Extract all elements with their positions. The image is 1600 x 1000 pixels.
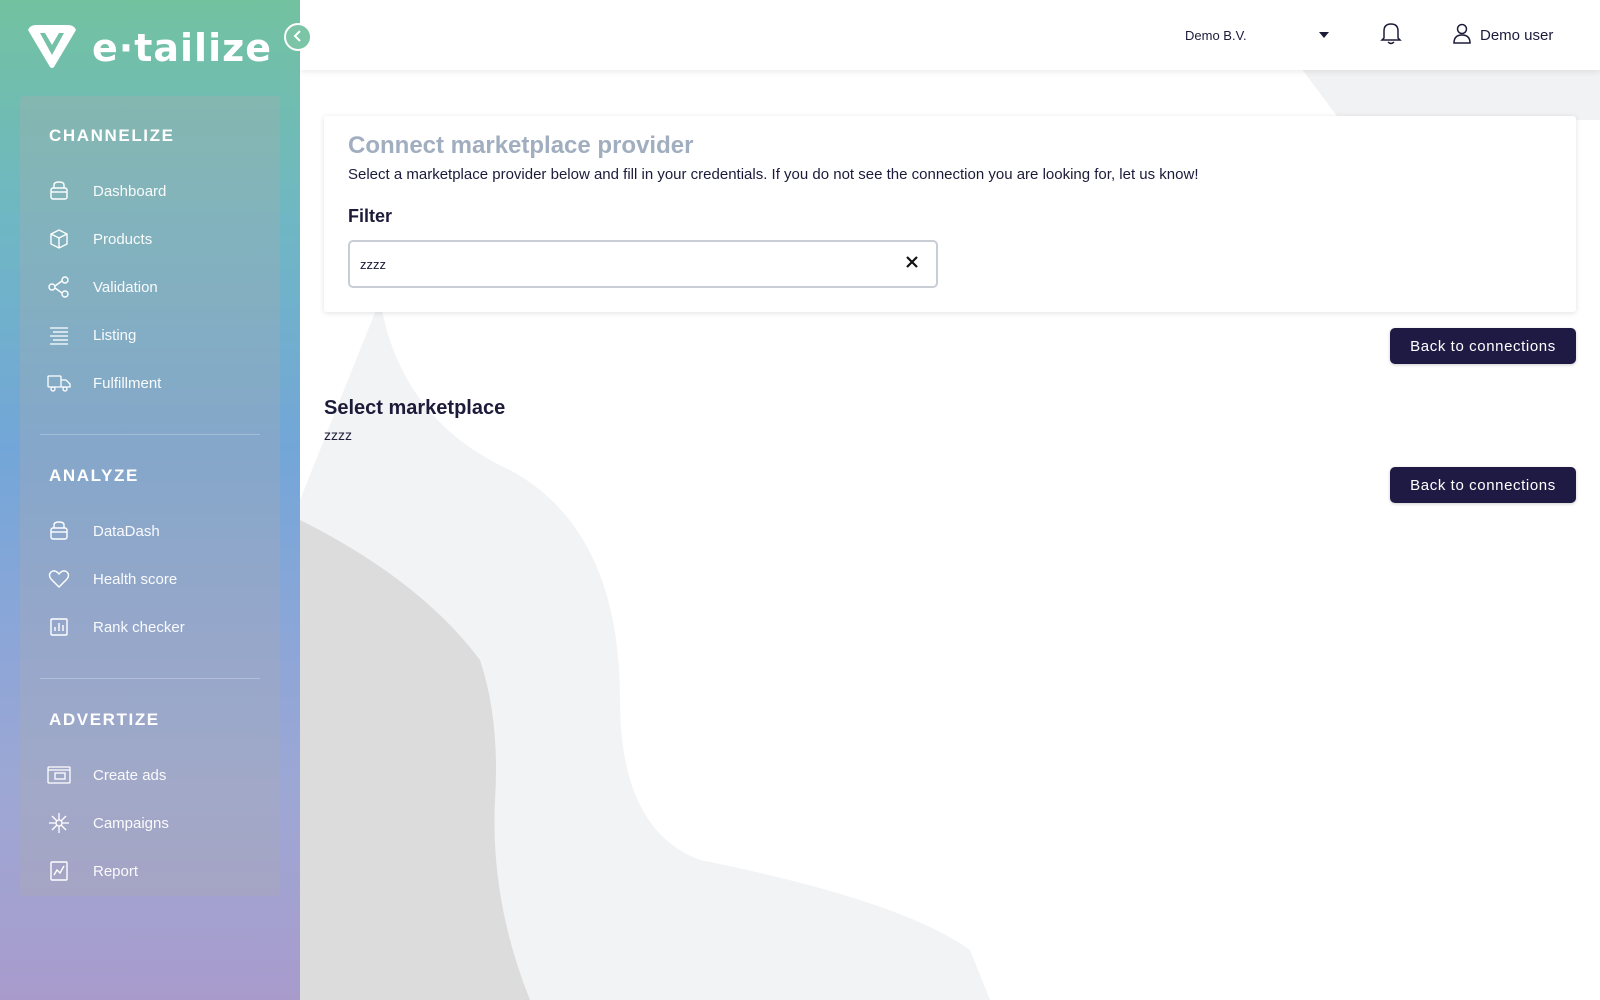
sidebar-item-dashboard[interactable]: Dashboard [45,172,260,210]
sidebar-item-rank-checker[interactable]: Rank checker [45,608,260,646]
box-icon [47,227,71,251]
page-description: Select a marketplace provider below and … [348,166,1199,183]
truck-icon [47,371,71,395]
sidebar-item-datadash[interactable]: DataDash [45,512,260,550]
section-title-channelize: CHANNELIZE [49,126,175,145]
filter-label: Filter [348,206,393,226]
section-title-analyze: ANALYZE [49,466,139,485]
section-title-advertize: ADVERTIZE [49,710,160,729]
sidebar: e·tailize CHANNELIZE Dashboard Products … [0,0,300,1000]
company-select-value: Demo B.V. [1185,27,1247,43]
page-title: Connect marketplace provider [348,132,694,159]
sidebar-item-label: Report [93,862,139,880]
basket-icon [47,519,71,543]
company-select[interactable]: Demo B.V. [1160,18,1330,52]
list-lines-icon [47,323,71,347]
close-icon [906,255,918,273]
sidebar-item-label: Listing [93,326,137,344]
sidebar-item-fulfillment[interactable]: Fulfillment [45,364,260,402]
sidebar-item-campaigns[interactable]: Campaigns [45,804,260,842]
heart-icon [47,567,71,591]
nav-panel: CHANNELIZE Dashboard Products Validation… [20,96,280,896]
basket-icon [47,179,71,203]
ads-window-icon [47,763,71,787]
filter-input[interactable] [358,252,878,276]
sidebar-item-health-score[interactable]: Health score [45,560,260,598]
brand-name: e·tailize [92,26,272,70]
sidebar-item-products[interactable]: Products [45,220,260,258]
topbar: Demo B.V. Demo user [300,0,1600,70]
sidebar-item-label: Rank checker [93,618,185,636]
bar-chart-icon [47,615,71,639]
notifications-button[interactable] [1377,21,1405,49]
nav-divider [40,678,260,679]
sidebar-item-label: Validation [93,278,158,296]
sidebar-item-label: Health score [93,570,178,588]
network-hub-icon [47,811,71,835]
user-icon [1452,22,1472,49]
sidebar-item-label: Dashboard [93,182,167,200]
main-content: Demo B.V. Demo user Connect marketplace … [300,0,1600,1000]
sidebar-item-listing[interactable]: Listing [45,316,260,354]
back-to-connections-button[interactable]: Back to connections [1390,328,1576,364]
sidebar-item-validation[interactable]: Validation [45,268,260,306]
sidebar-item-create-ads[interactable]: Create ads [45,756,260,794]
line-chart-icon [47,859,71,883]
select-marketplace-title: Select marketplace [324,397,506,419]
select-marketplace-filter-text: zzzz [324,427,352,443]
sidebar-item-report[interactable]: Report [45,852,260,890]
clear-filter-button[interactable] [902,254,922,274]
etailize-logo-icon [26,23,78,74]
user-name: Demo user [1480,26,1554,44]
back-to-connections-button-bottom[interactable]: Back to connections [1390,467,1576,503]
sidebar-collapse-button[interactable] [284,23,312,51]
connect-provider-card: Connect marketplace provider Select a ma… [324,116,1576,312]
user-menu[interactable]: Demo user [1452,20,1553,50]
bell-icon [1380,21,1402,50]
filter-field [348,240,938,288]
caret-down-icon [1318,26,1330,44]
nav-divider [40,434,260,435]
sidebar-item-label: Create ads [93,766,167,784]
share-nodes-icon [47,275,71,299]
brand-logo[interactable]: e·tailize [26,23,271,74]
sidebar-item-label: Fulfillment [93,374,162,392]
sidebar-item-label: Campaigns [93,814,169,832]
chevron-left-icon [292,29,304,45]
sidebar-item-label: DataDash [93,522,160,540]
sidebar-item-label: Products [93,230,153,248]
